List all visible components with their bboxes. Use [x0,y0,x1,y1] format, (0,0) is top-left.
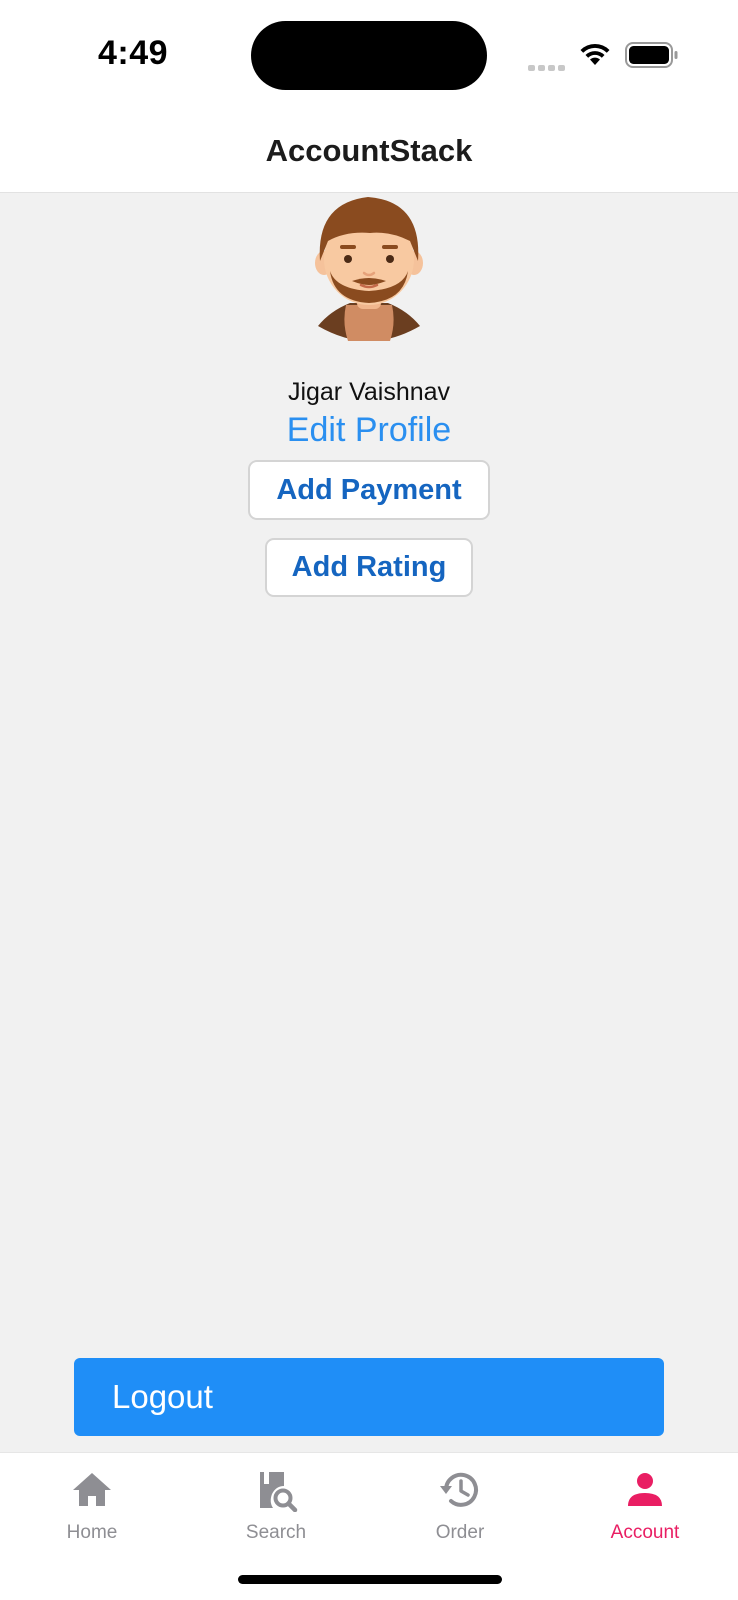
tab-search[interactable]: Search [184,1453,368,1553]
status-time: 4:49 [98,34,169,72]
top-area: 4:49 AccountStack [0,0,738,193]
dynamic-island [251,21,487,90]
tab-home[interactable]: Home [0,1453,184,1553]
cellular-signal-icon [528,58,568,76]
edit-profile-link[interactable]: Edit Profile [0,411,738,450]
person-icon [628,1473,662,1506]
history-icon [440,1472,478,1507]
add-rating-button[interactable]: Add Rating [265,538,473,597]
tab-account[interactable]: Account [553,1453,737,1553]
add-payment-button[interactable]: Add Payment [248,460,490,520]
logout-button[interactable]: Logout [74,1358,664,1436]
wifi-icon [580,43,610,65]
battery-icon [625,42,678,68]
tab-order[interactable]: Order [368,1453,552,1553]
tab-label: Order [435,1522,485,1543]
tab-label: Account [610,1522,680,1543]
tab-label: Home [66,1522,118,1543]
home-indicator[interactable] [238,1575,502,1584]
avatar [315,197,423,341]
tab-label: Search [245,1522,307,1543]
search-book-icon [260,1472,298,1512]
home-icon [73,1473,111,1506]
page-title: AccountStack [265,133,473,168]
user-name: Jigar Vaishnav [287,378,451,406]
